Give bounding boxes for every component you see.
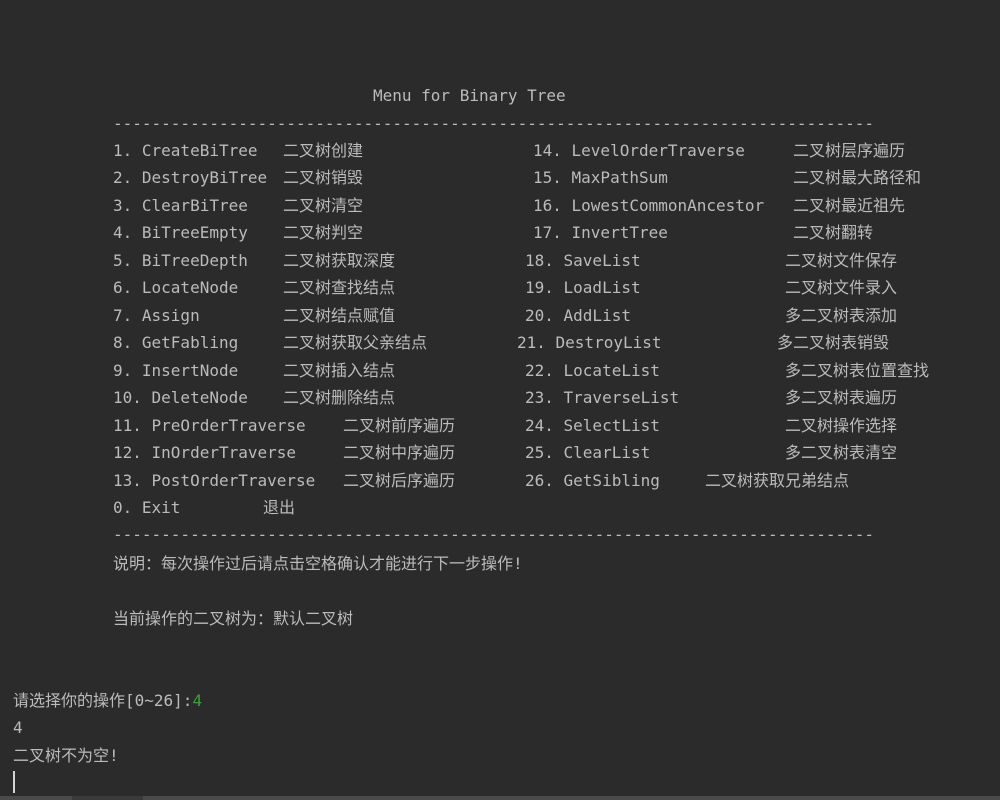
menu-item-description: 二叉树最大路径和 [793, 168, 922, 187]
divider-top: ----------------------------------------… [113, 114, 873, 133]
text-cursor[interactable] [13, 771, 15, 793]
menu-item-description: 二叉树清空 [283, 196, 364, 215]
menu-item-description: 二叉树后序遍历 [343, 471, 456, 490]
menu-item-description: 二叉树翻转 [793, 223, 874, 242]
menu-item-description: 二叉树前序遍历 [343, 416, 456, 435]
prompt-input-value[interactable]: 4 [192, 691, 202, 710]
menu-item-description: 二叉树文件录入 [785, 278, 898, 297]
menu-item-description: 二叉树获取深度 [283, 251, 396, 270]
menu-item-command: 0. Exit [113, 498, 181, 517]
result-output: 二叉树不为空! [13, 746, 119, 765]
menu-item-command: 16. LowestCommonAncestor [533, 196, 765, 215]
prompt-text: 请选择你的操作[0~26]: [13, 691, 193, 710]
menu-item-description: 二叉树获取兄弟结点 [705, 471, 850, 490]
menu-item-command: 22. LocateList [525, 361, 660, 380]
menu-item-command: 23. TraverseList [525, 388, 680, 407]
menu-item-command: 7. Assign [113, 306, 200, 325]
menu-item-command: 2. DestroyBiTree [113, 168, 268, 187]
menu-item-description: 二叉树操作选择 [785, 416, 898, 435]
menu-item-description: 多二叉树表销毁 [777, 333, 890, 352]
divider-bottom: ----------------------------------------… [113, 525, 873, 544]
menu-item-command: 19. LoadList [525, 278, 641, 297]
menu-item-description: 二叉树插入结点 [283, 361, 396, 380]
menu-item-description: 二叉树销毁 [283, 168, 364, 187]
menu-item-command: 1. CreateBiTree [113, 141, 258, 160]
menu-item-command: 5. BiTreeDepth [113, 251, 248, 270]
console-output[interactable]: Menu for Binary Tree -------------------… [0, 0, 1000, 800]
echo-output: 4 [13, 718, 23, 737]
menu-item-command: 3. ClearBiTree [113, 196, 248, 215]
menu-title: Menu for Binary Tree [373, 86, 566, 105]
menu-item-description: 多二叉树表清空 [785, 443, 898, 462]
bottom-scrollbar[interactable] [0, 796, 1000, 800]
menu-item-description: 二叉树文件保存 [785, 251, 898, 270]
menu-item-description: 二叉树结点赋值 [283, 306, 396, 325]
menu-item-description: 二叉树判空 [283, 223, 364, 242]
operation-prompt: 请选择你的操作[0~26]:4 [13, 691, 202, 711]
menu-item-command: 21. DestroyList [517, 333, 662, 352]
menu-item-command: 12. InOrderTraverse [113, 443, 297, 462]
menu-item-command: 20. AddList [525, 306, 631, 325]
menu-item-command: 26. GetSibling [525, 471, 660, 490]
menu-item-command: 13. PostOrderTraverse [113, 471, 316, 490]
menu-item-command: 24. SelectList [525, 416, 660, 435]
menu-item-description: 二叉树最近祖先 [793, 196, 906, 215]
menu-item-description: 二叉树获取父亲结点 [283, 333, 428, 352]
menu-item-command: 9. InsertNode [113, 361, 239, 380]
menu-item-command: 6. LocateNode [113, 278, 239, 297]
menu-item-description: 多二叉树表添加 [785, 306, 898, 325]
scrollbar-thumb[interactable] [143, 796, 1000, 800]
menu-item-description: 二叉树层序遍历 [793, 141, 906, 160]
menu-item-description: 二叉树创建 [283, 141, 364, 160]
menu-item-description: 二叉树中序遍历 [343, 443, 456, 462]
menu-item-command: 8. GetFabling [113, 333, 239, 352]
menu-item-command: 11. PreOrderTraverse [113, 416, 306, 435]
menu-item-command: 18. SaveList [525, 251, 641, 270]
menu-item-command: 25. ClearList [525, 443, 651, 462]
menu-item-description: 二叉树查找结点 [283, 278, 396, 297]
instruction-note: 说明：每次操作过后请点击空格确认才能进行下一步操作! [113, 554, 523, 573]
menu-item-command: 4. BiTreeEmpty [113, 223, 248, 242]
scrollbar-segment [0, 796, 72, 800]
menu-item-command: 14. LevelOrderTraverse [533, 141, 745, 160]
menu-item-description: 退出 [263, 498, 296, 517]
menu-item-description: 多二叉树表遍历 [785, 388, 898, 407]
menu-item-description: 二叉树删除结点 [283, 388, 396, 407]
menu-item-command: 17. InvertTree [533, 223, 668, 242]
current-tree-label: 当前操作的二叉树为：默认二叉树 [113, 609, 354, 628]
menu-item-description: 多二叉树表位置查找 [785, 361, 930, 380]
menu-item-command: 10. DeleteNode [113, 388, 248, 407]
menu-item-command: 15. MaxPathSum [533, 168, 668, 187]
